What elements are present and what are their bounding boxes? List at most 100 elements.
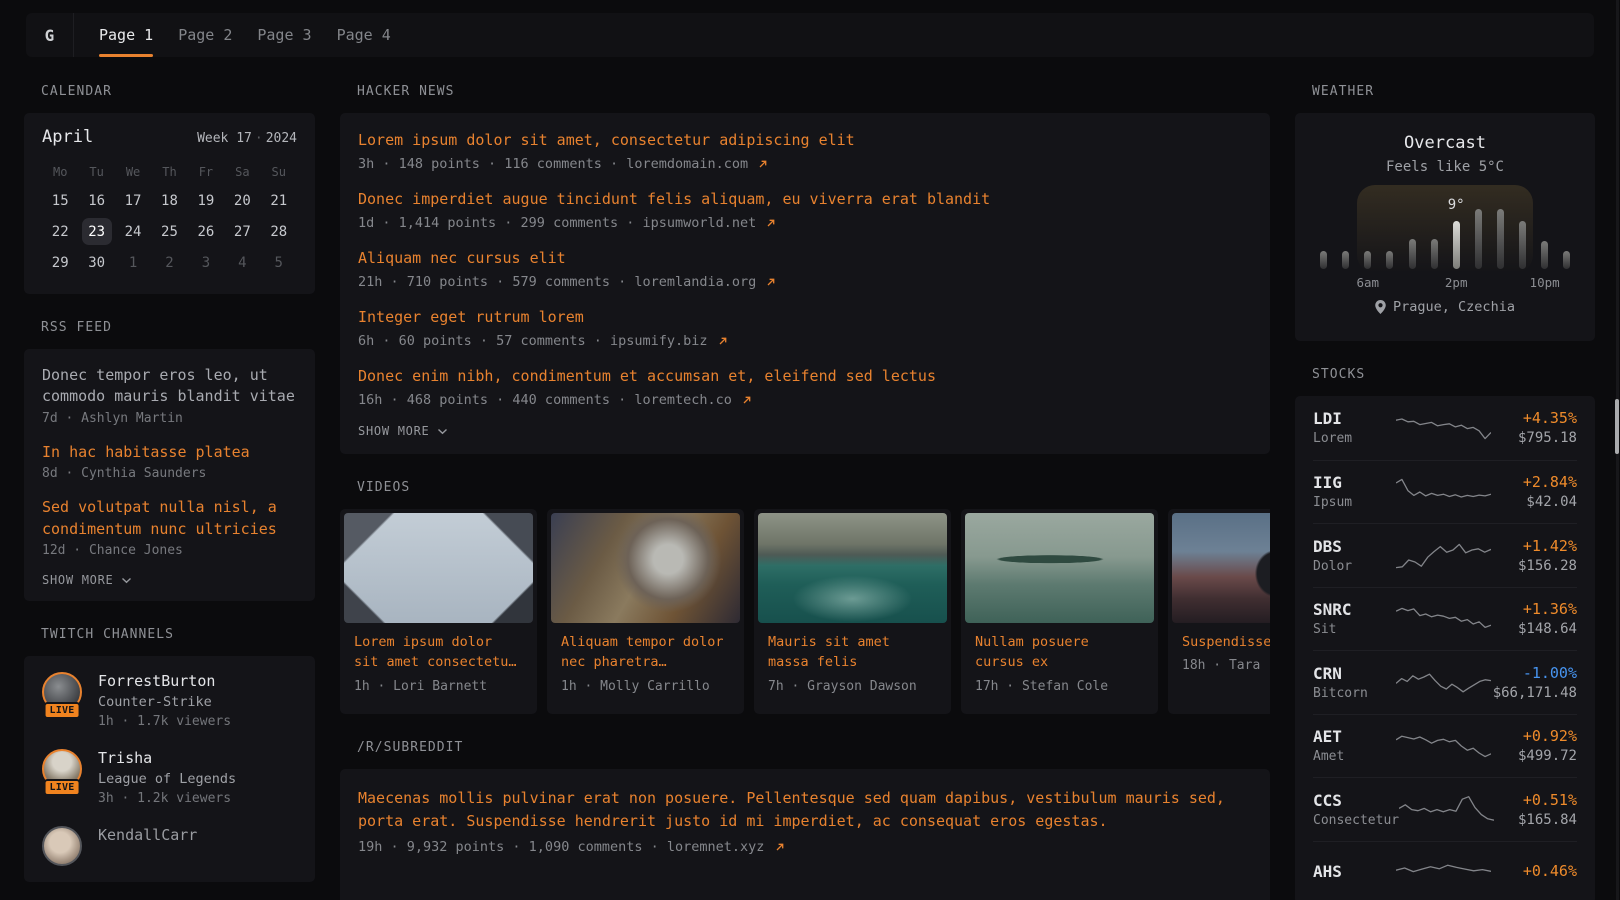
calendar-day[interactable]: 16 — [78, 185, 114, 216]
stock-row[interactable]: LDILorem+4.35%$795.18 — [1313, 396, 1577, 460]
stock-row[interactable]: DBSDolor+1.42%$156.28 — [1313, 523, 1577, 587]
calendar-day[interactable]: 29 — [42, 247, 78, 278]
stock-sparkline — [1396, 537, 1491, 573]
hackernews-item-title[interactable]: Donec imperdiet augue tincidunt felis al… — [358, 189, 1252, 210]
calendar-day[interactable]: 2 — [151, 247, 187, 278]
video-title[interactable]: Suspendisse diam — [1182, 632, 1270, 652]
stocks-section-label: STOCKS — [1312, 367, 1595, 382]
stock-values: +0.51%$165.84 — [1494, 791, 1577, 828]
calendar-day[interactable]: 23 — [78, 216, 114, 247]
item-domain[interactable]: loremlandia.org — [634, 274, 764, 290]
stock-row[interactable]: AETAmet+0.92%$499.72 — [1313, 714, 1577, 778]
calendar-day[interactable]: 24 — [115, 216, 151, 247]
weather-bar — [1320, 251, 1327, 269]
item-meta-text: 21h · 710 points · 579 comments · — [358, 274, 634, 290]
stock-ticker: AET — [1313, 727, 1396, 746]
video-card[interactable]: Nullam posuere cursus ex17h · Stefan Col… — [961, 509, 1158, 714]
twitch-channel-row[interactable]: LIVEForrestBurtonCounter-Strike1h · 1.7k… — [42, 672, 297, 729]
rss-feed-widget: Donec tempor eros leo, ut commodo mauris… — [24, 349, 315, 601]
rss-show-more-button[interactable]: SHOW MORE — [42, 573, 297, 587]
calendar-day[interactable]: 15 — [42, 185, 78, 216]
hackernews-item-title[interactable]: Integer eget rutrum lorem — [358, 307, 1252, 328]
page-scrollbar[interactable] — [1616, 0, 1619, 900]
calendar-day[interactable]: 1 — [115, 247, 151, 278]
hackernews-item-title[interactable]: Donec enim nibh, condimentum et accumsan… — [358, 366, 1252, 387]
calendar-day[interactable]: 18 — [151, 185, 187, 216]
calendar-weekday-row: MoTuWeThFrSaSu — [42, 165, 297, 179]
item-domain[interactable]: ipsumworld.net — [642, 215, 764, 231]
tab-page-3[interactable]: Page 3 — [257, 13, 311, 57]
stock-row[interactable]: CRNBitcorn-1.00%$66,171.48 — [1313, 650, 1577, 714]
twitch-channel-game: League of Legends — [98, 771, 236, 787]
scrollbar-thumb[interactable] — [1615, 399, 1619, 454]
videos-section-label: VIDEOS — [357, 480, 1270, 495]
stock-sparkline-wrap — [1396, 728, 1491, 764]
video-card[interactable]: Lorem ipsum dolor sit amet consectetu…1h… — [340, 509, 537, 714]
reddit-post-meta: 19h · 9,932 points · 1,090 comments · lo… — [358, 838, 1252, 856]
stock-values: -1.00%$66,171.48 — [1491, 664, 1577, 701]
weather-location-label: Prague, Czechia — [1393, 299, 1515, 315]
stock-values: +4.35%$795.18 — [1491, 409, 1577, 446]
hackernews-item-title[interactable]: Lorem ipsum dolor sit amet, consectetur … — [358, 130, 1252, 151]
item-domain[interactable]: loremdomain.com — [626, 156, 756, 172]
twitch-channel-name[interactable]: ForrestBurton — [98, 672, 231, 690]
weekday-label: Tu — [78, 165, 114, 179]
stock-sparkline-wrap — [1396, 601, 1491, 637]
calendar-day[interactable]: 5 — [261, 247, 297, 278]
hackernews-item: Integer eget rutrum lorem6h · 60 points … — [358, 307, 1252, 350]
stock-sparkline — [1396, 474, 1491, 510]
tab-page-2[interactable]: Page 2 — [178, 13, 232, 57]
calendar-day[interactable]: 22 — [42, 216, 78, 247]
stock-row[interactable]: IIGIpsum+2.84%$42.04 — [1313, 460, 1577, 524]
hackernews-show-more-button[interactable]: SHOW MORE — [358, 424, 1252, 438]
video-title[interactable]: Mauris sit amet massa felis — [768, 632, 937, 673]
hackernews-widget: Lorem ipsum dolor sit amet, consectetur … — [340, 113, 1270, 454]
calendar-day[interactable]: 28 — [261, 216, 297, 247]
tab-page-4[interactable]: Page 4 — [337, 13, 391, 57]
app-logo[interactable]: G — [26, 13, 74, 57]
rss-item-title[interactable]: Sed volutpat nulla nisl, a condimentum n… — [42, 497, 297, 540]
item-domain[interactable]: loremtech.co — [634, 392, 740, 408]
calendar-day[interactable]: 4 — [224, 247, 260, 278]
calendar-day[interactable]: 21 — [261, 185, 297, 216]
stock-row[interactable]: SNRCSit+1.36%$148.64 — [1313, 587, 1577, 651]
calendar-day[interactable]: 25 — [151, 216, 187, 247]
calendar-day[interactable]: 26 — [188, 216, 224, 247]
video-title[interactable]: Aliquam tempor dolor nec pharetra… — [561, 632, 730, 673]
item-domain[interactable]: ipsumify.biz — [610, 333, 716, 349]
item-domain[interactable]: loremnet.xyz — [667, 839, 773, 855]
subreddit-section-label: /R/SUBREDDIT — [357, 740, 1270, 755]
stock-row[interactable]: AHS+0.46% — [1313, 841, 1577, 900]
calendar-day[interactable]: 19 — [188, 185, 224, 216]
twitch-channel-name[interactable]: KendallCarr — [98, 826, 197, 844]
video-card[interactable]: Mauris sit amet massa felis 7h · Grayson … — [754, 509, 951, 714]
calendar-day[interactable]: 20 — [224, 185, 260, 216]
stock-ticker: IIG — [1313, 473, 1396, 492]
reddit-post-title[interactable]: Maecenas mollis pulvinar erat non posuer… — [358, 787, 1252, 834]
stock-row[interactable]: CCSConsectetur+0.51%$165.84 — [1313, 777, 1577, 841]
stock-price: $42.04 — [1491, 494, 1577, 510]
calendar-day[interactable]: 27 — [224, 216, 260, 247]
video-card[interactable]: Aliquam tempor dolor nec pharetra…1h · M… — [547, 509, 744, 714]
video-card[interactable]: Suspendisse diam18h · Tara — [1168, 509, 1270, 714]
tab-page-1[interactable]: Page 1 — [99, 13, 153, 57]
calendar-day[interactable]: 3 — [188, 247, 224, 278]
video-title[interactable]: Lorem ipsum dolor sit amet consectetu… — [354, 632, 523, 673]
video-meta: 7h · Grayson Dawson — [768, 679, 937, 694]
rss-item-title[interactable]: Donec tempor eros leo, ut commodo mauris… — [42, 365, 297, 408]
calendar-month: April — [42, 127, 93, 147]
weather-hour-label: 6am — [1357, 275, 1380, 290]
item-meta-text: 3h · 148 points · 116 comments · — [358, 156, 626, 172]
stock-change-percent: +1.42% — [1491, 537, 1577, 555]
chevron-down-icon — [437, 428, 448, 435]
calendar-day[interactable]: 17 — [115, 185, 151, 216]
hackernews-item-title[interactable]: Aliquam nec cursus elit — [358, 248, 1252, 269]
rss-item-title[interactable]: In hac habitasse platea — [42, 442, 297, 463]
twitch-channel-row[interactable]: LIVETrishaLeague of Legends3h · 1.2k vie… — [42, 749, 297, 806]
twitch-channel-name[interactable]: Trisha — [98, 749, 236, 767]
calendar-day[interactable]: 30 — [78, 247, 114, 278]
videos-row: Lorem ipsum dolor sit amet consectetu…1h… — [340, 509, 1270, 714]
stock-name: Lorem — [1313, 431, 1396, 446]
video-title[interactable]: Nullam posuere cursus ex — [975, 632, 1144, 673]
twitch-channel-row[interactable]: KendallCarr — [42, 826, 297, 866]
